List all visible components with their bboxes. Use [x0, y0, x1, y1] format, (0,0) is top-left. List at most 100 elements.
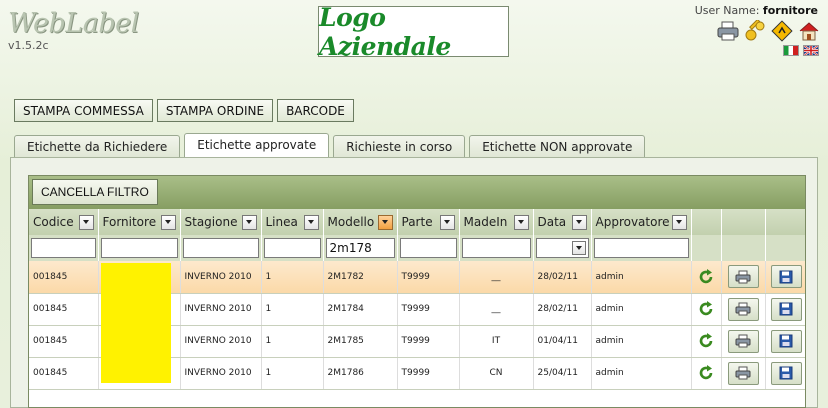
cell-linea: 1 — [261, 325, 324, 358]
save-icon — [779, 366, 793, 380]
col-data-label: Data — [537, 215, 567, 229]
cell-data: 01/04/11 — [533, 325, 592, 358]
save-row-button[interactable] — [770, 329, 802, 353]
col-codice[interactable]: Codice — [29, 209, 99, 235]
cell-parte: T9999 — [397, 357, 460, 390]
col-action-3 — [765, 209, 805, 235]
col-modello[interactable]: Modello — [323, 209, 398, 235]
cell-approvatore: admin — [591, 261, 692, 294]
tab-etichette-da-richiedere[interactable]: Etichette da Richiedere — [14, 135, 181, 158]
save-row-button[interactable] — [770, 265, 802, 289]
stampa-ordine-button[interactable]: STAMPA ORDINE — [156, 99, 274, 122]
cell-refresh — [691, 293, 722, 326]
save-row-button[interactable] — [770, 361, 802, 385]
print-row-button[interactable] — [727, 361, 759, 385]
user-info: User Name: fornitore — [695, 4, 818, 17]
chevron-down-icon[interactable] — [571, 241, 586, 255]
cell-stagione: INVERNO 2010 — [180, 293, 262, 326]
col-stagione-label: Stagione — [184, 215, 238, 229]
cell-print — [721, 293, 766, 326]
col-approvatore[interactable]: Approvatore — [591, 209, 692, 235]
linea-filter-dropdown-icon[interactable] — [303, 214, 319, 230]
madein-filter-input[interactable] — [461, 238, 531, 258]
cell-data: 25/04/11 — [533, 357, 592, 390]
tab-richieste-in-corso[interactable]: Richieste in corso — [333, 135, 466, 158]
cell-modello: 2M1784 — [323, 293, 398, 326]
filter-row — [29, 235, 805, 261]
italy-flag-icon[interactable] — [783, 45, 799, 56]
printer-icon — [735, 366, 751, 380]
codice-filter-input[interactable] — [31, 238, 96, 258]
cell-approvatore: admin — [591, 357, 692, 390]
col-parte-label: Parte — [401, 215, 433, 229]
stampa-commessa-button[interactable]: STAMPA COMMESSA — [14, 99, 153, 122]
printer-icon[interactable] — [716, 19, 739, 42]
cell-print — [721, 325, 766, 358]
approvatore-filter-input[interactable] — [593, 238, 689, 258]
refresh-icon[interactable] — [697, 332, 715, 350]
printer-icon — [735, 270, 751, 284]
road-sign-icon[interactable] — [770, 19, 793, 42]
refresh-icon[interactable] — [697, 364, 715, 382]
madein-filter-dropdown-icon[interactable] — [513, 214, 529, 230]
data-filter-select[interactable] — [535, 238, 589, 258]
save-icon — [779, 302, 793, 316]
cell-refresh — [691, 325, 722, 358]
cell-save — [765, 325, 805, 358]
col-codice-label: Codice — [33, 215, 74, 229]
col-fornitore[interactable]: Fornitore — [98, 209, 181, 235]
cell-parte: T9999 — [397, 325, 460, 358]
cell-stagione: INVERNO 2010 — [180, 357, 262, 390]
parte-filter-input[interactable] — [399, 238, 457, 258]
top-buttons: STAMPA COMMESSA STAMPA ORDINE BARCODE — [14, 99, 354, 122]
stagione-filter-input[interactable] — [182, 238, 259, 258]
tab-etichette-non-approvate[interactable]: Etichette NON approvate — [469, 135, 646, 158]
approvatore-filter-dropdown-icon[interactable] — [671, 214, 687, 230]
col-data[interactable]: Data — [533, 209, 592, 235]
uk-flag-icon[interactable] — [803, 45, 819, 56]
col-linea-label: Linea — [265, 215, 298, 229]
codice-filter-dropdown-icon[interactable] — [78, 214, 94, 230]
clear-filter-button[interactable]: CANCELLA FILTRO — [32, 179, 158, 205]
print-row-button[interactable] — [727, 329, 759, 353]
version-label: v1.5.2c — [8, 39, 49, 52]
cell-approvatore: admin — [591, 293, 692, 326]
key-icon[interactable] — [743, 19, 766, 42]
fornitore-filter-input[interactable] — [100, 238, 178, 258]
stagione-filter-dropdown-icon[interactable] — [241, 214, 257, 230]
cell-madein: CN — [459, 357, 534, 390]
cell-save — [765, 261, 805, 294]
modello-filter-dropdown-icon[interactable] — [377, 214, 393, 230]
barcode-button[interactable]: BARCODE — [277, 99, 354, 122]
cell-linea: 1 — [261, 293, 324, 326]
col-parte[interactable]: Parte — [397, 209, 460, 235]
language-flags — [783, 45, 819, 56]
refresh-icon[interactable] — [697, 300, 715, 318]
save-row-button[interactable] — [770, 297, 802, 321]
cell-refresh — [691, 261, 722, 294]
cell-approvatore: admin — [591, 325, 692, 358]
col-stagione[interactable]: Stagione — [180, 209, 262, 235]
col-linea[interactable]: Linea — [261, 209, 324, 235]
col-madein[interactable]: MadeIn — [459, 209, 534, 235]
tab-etichette-approvate[interactable]: Etichette approvate — [184, 133, 330, 158]
grid-toolbar: CANCELLA FILTRO — [29, 176, 805, 209]
logo-text: Logo Aziendale — [319, 2, 451, 61]
cell-data: 28/02/11 — [533, 293, 592, 326]
printer-icon — [735, 302, 751, 316]
home-icon[interactable] — [797, 19, 820, 42]
print-row-button[interactable] — [727, 297, 759, 321]
data-filter-dropdown-icon[interactable] — [571, 214, 587, 230]
parte-filter-dropdown-icon[interactable] — [439, 214, 455, 230]
col-action-1 — [691, 209, 722, 235]
modello-filter-input[interactable] — [325, 238, 395, 258]
cell-madein: __ — [459, 293, 534, 326]
cell-codice: 001845 — [29, 293, 99, 326]
save-icon — [779, 270, 793, 284]
col-madein-label: MadeIn — [463, 215, 508, 229]
fornitore-filter-dropdown-icon[interactable] — [160, 214, 176, 230]
refresh-icon[interactable] — [697, 268, 715, 286]
cell-print — [721, 261, 766, 294]
print-row-button[interactable] — [727, 265, 759, 289]
linea-filter-input[interactable] — [263, 238, 321, 258]
